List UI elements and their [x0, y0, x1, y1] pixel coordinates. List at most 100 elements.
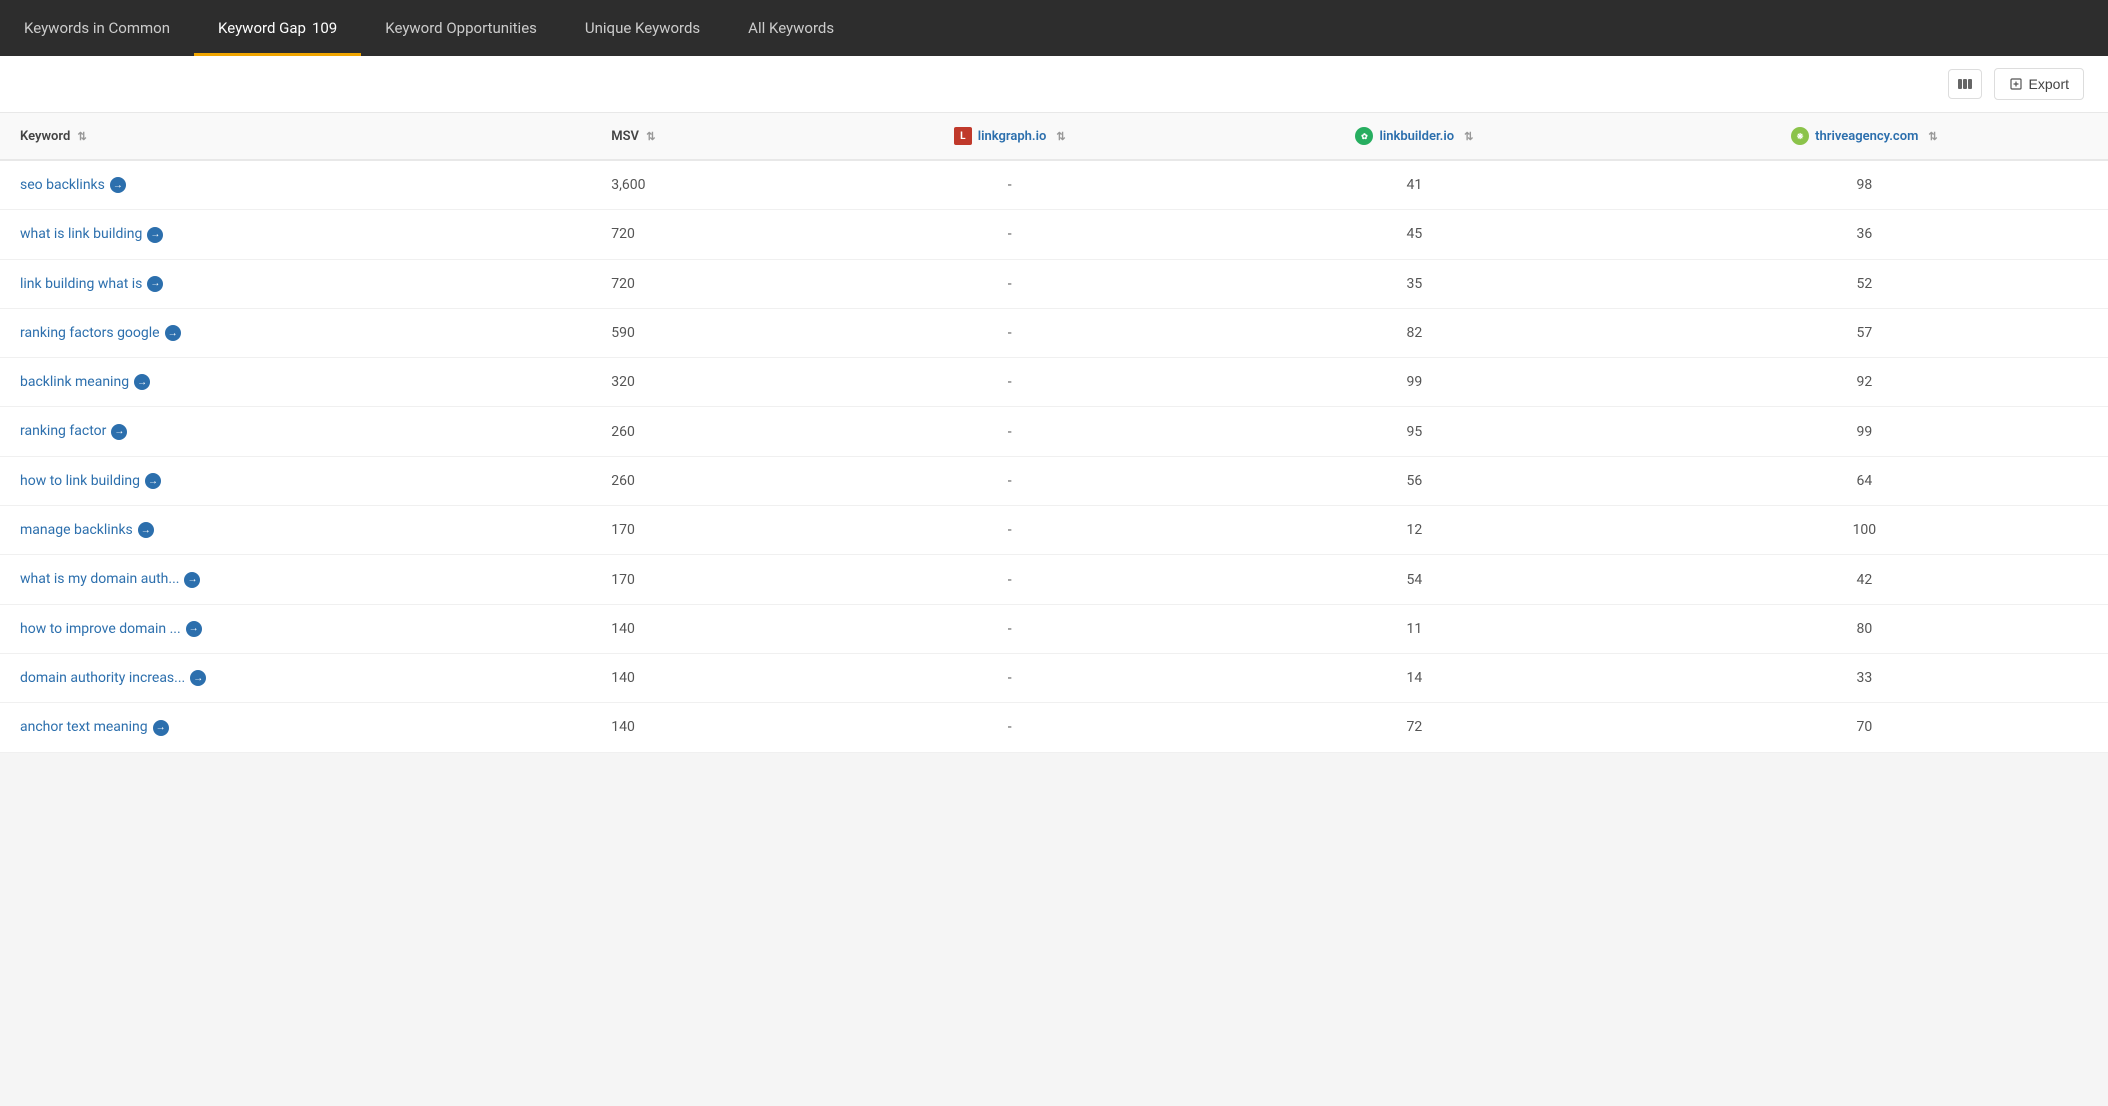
tab-keyword-gap[interactable]: Keyword Gap 109: [194, 0, 361, 56]
thriveagency-cell: 70: [1621, 703, 2108, 752]
linkgraph-cell: -: [811, 259, 1208, 308]
keywords-table: Keyword ⇅ MSV ⇅ L linkgraph.io ⇅ ✿: [0, 113, 2108, 753]
thriveagency-cell: 80: [1621, 604, 2108, 653]
keyword-cell: domain authority increas... →: [0, 653, 591, 702]
table-row: what is link building→720-4536: [0, 210, 2108, 259]
keyword-cell: ranking factor →: [0, 407, 591, 456]
col-header-keyword[interactable]: Keyword ⇅: [0, 113, 591, 160]
linkbuilder-cell: 95: [1208, 407, 1621, 456]
linkgraph-cell: -: [811, 308, 1208, 357]
linkbuilder-cell: 14: [1208, 653, 1621, 702]
linkgraph-cell: -: [811, 407, 1208, 456]
keyword-link[interactable]: how to link building: [20, 473, 140, 489]
keyword-link[interactable]: domain authority increas...: [20, 670, 185, 686]
col-header-msv[interactable]: MSV ⇅: [591, 113, 811, 160]
favicon-linkgraph: L: [954, 127, 972, 145]
col-header-thriveagency[interactable]: ❋ thriveagency.com ⇅: [1621, 113, 2108, 160]
linkbuilder-cell: 45: [1208, 210, 1621, 259]
keyword-info-icon[interactable]: →: [111, 424, 127, 440]
msv-cell: 260: [591, 407, 811, 456]
linkgraph-cell: -: [811, 456, 1208, 505]
keyword-info-icon[interactable]: →: [186, 621, 202, 637]
msv-cell: 590: [591, 308, 811, 357]
linkbuilder-cell: 56: [1208, 456, 1621, 505]
linkbuilder-cell: 12: [1208, 506, 1621, 555]
keyword-link[interactable]: link building what is: [20, 276, 142, 292]
col-header-linkbuilder[interactable]: ✿ linkbuilder.io ⇅: [1208, 113, 1621, 160]
thriveagency-cell: 99: [1621, 407, 2108, 456]
thriveagency-domain-link[interactable]: thriveagency.com: [1815, 129, 1918, 144]
linkgraph-cell: -: [811, 160, 1208, 210]
toolbar: Export: [0, 56, 2108, 113]
linkgraph-domain-link[interactable]: linkgraph.io: [978, 129, 1047, 144]
tab-bar: Keywords in Common Keyword Gap 109 Keywo…: [0, 0, 2108, 56]
sort-icon-linkgraph: ⇅: [1056, 130, 1065, 143]
keyword-info-icon[interactable]: →: [134, 374, 150, 390]
tab-unique-keywords[interactable]: Unique Keywords: [561, 0, 724, 56]
table-row: seo backlinks→3,600-4198: [0, 160, 2108, 210]
keyword-link[interactable]: ranking factors google: [20, 325, 160, 341]
keyword-link[interactable]: backlink meaning: [20, 374, 129, 390]
table-row: manage backlinks → 170-12100: [0, 506, 2108, 555]
favicon-thriveagency: ❋: [1791, 127, 1809, 145]
table-row: ranking factors google→590-8257: [0, 308, 2108, 357]
linkbuilder-domain-link[interactable]: linkbuilder.io: [1379, 129, 1454, 144]
linkgraph-cell: -: [811, 604, 1208, 653]
thriveagency-cell: 36: [1621, 210, 2108, 259]
keyword-cell: manage backlinks →: [0, 506, 591, 555]
keyword-link[interactable]: ranking factor: [20, 423, 106, 439]
linkgraph-cell: -: [811, 555, 1208, 604]
tab-keywords-in-common[interactable]: Keywords in Common: [24, 0, 194, 56]
keyword-cell: anchor text meaning →: [0, 703, 591, 752]
keyword-link[interactable]: manage backlinks: [20, 522, 133, 538]
keyword-info-icon[interactable]: →: [147, 227, 163, 243]
col-header-linkgraph[interactable]: L linkgraph.io ⇅: [811, 113, 1208, 160]
sort-icon-linkbuilder: ⇅: [1464, 130, 1473, 143]
export-label: Export: [2029, 76, 2069, 92]
table-row: how to link building → 260-5664: [0, 456, 2108, 505]
table-row: ranking factor → 260-9599: [0, 407, 2108, 456]
keyword-link[interactable]: how to improve domain ...: [20, 621, 181, 637]
keyword-info-icon[interactable]: →: [138, 522, 154, 538]
linkgraph-cell: -: [811, 210, 1208, 259]
keyword-info-icon[interactable]: →: [145, 473, 161, 489]
thriveagency-cell: 100: [1621, 506, 2108, 555]
keyword-info-icon[interactable]: →: [165, 325, 181, 341]
tab-keyword-opportunities[interactable]: Keyword Opportunities: [361, 0, 561, 56]
keyword-info-icon[interactable]: →: [184, 572, 200, 588]
keyword-cell: how to link building →: [0, 456, 591, 505]
table-header-row: Keyword ⇅ MSV ⇅ L linkgraph.io ⇅ ✿: [0, 113, 2108, 160]
keyword-info-icon[interactable]: →: [153, 720, 169, 736]
msv-cell: 260: [591, 456, 811, 505]
msv-cell: 720: [591, 259, 811, 308]
keyword-link[interactable]: what is link building: [20, 226, 142, 242]
msv-cell: 140: [591, 604, 811, 653]
linkgraph-cell: -: [811, 506, 1208, 555]
tab-all-keywords[interactable]: All Keywords: [724, 0, 858, 56]
keyword-info-icon[interactable]: →: [190, 670, 206, 686]
msv-cell: 3,600: [591, 160, 811, 210]
linkbuilder-cell: 41: [1208, 160, 1621, 210]
thriveagency-cell: 52: [1621, 259, 2108, 308]
linkgraph-cell: -: [811, 653, 1208, 702]
msv-cell: 320: [591, 358, 811, 407]
favicon-linkbuilder: ✿: [1355, 127, 1373, 145]
table-row: domain authority increas...→140-1433: [0, 653, 2108, 702]
thriveagency-cell: 64: [1621, 456, 2108, 505]
export-button[interactable]: Export: [1994, 68, 2084, 100]
keyword-info-icon[interactable]: →: [110, 177, 126, 193]
keyword-link[interactable]: seo backlinks: [20, 177, 105, 193]
keyword-cell: what is my domain auth... →: [0, 555, 591, 604]
sort-icon-msv: ⇅: [646, 130, 655, 143]
msv-cell: 170: [591, 506, 811, 555]
thriveagency-cell: 92: [1621, 358, 2108, 407]
keyword-cell: seo backlinks →: [0, 160, 591, 210]
keyword-link[interactable]: anchor text meaning: [20, 719, 148, 735]
columns-toggle-button[interactable]: [1948, 69, 1982, 99]
keyword-cell: what is link building →: [0, 210, 591, 259]
export-icon: [2009, 77, 2023, 91]
keyword-info-icon[interactable]: →: [147, 276, 163, 292]
msv-cell: 140: [591, 653, 811, 702]
linkgraph-cell: -: [811, 703, 1208, 752]
keyword-link[interactable]: what is my domain auth...: [20, 571, 179, 587]
